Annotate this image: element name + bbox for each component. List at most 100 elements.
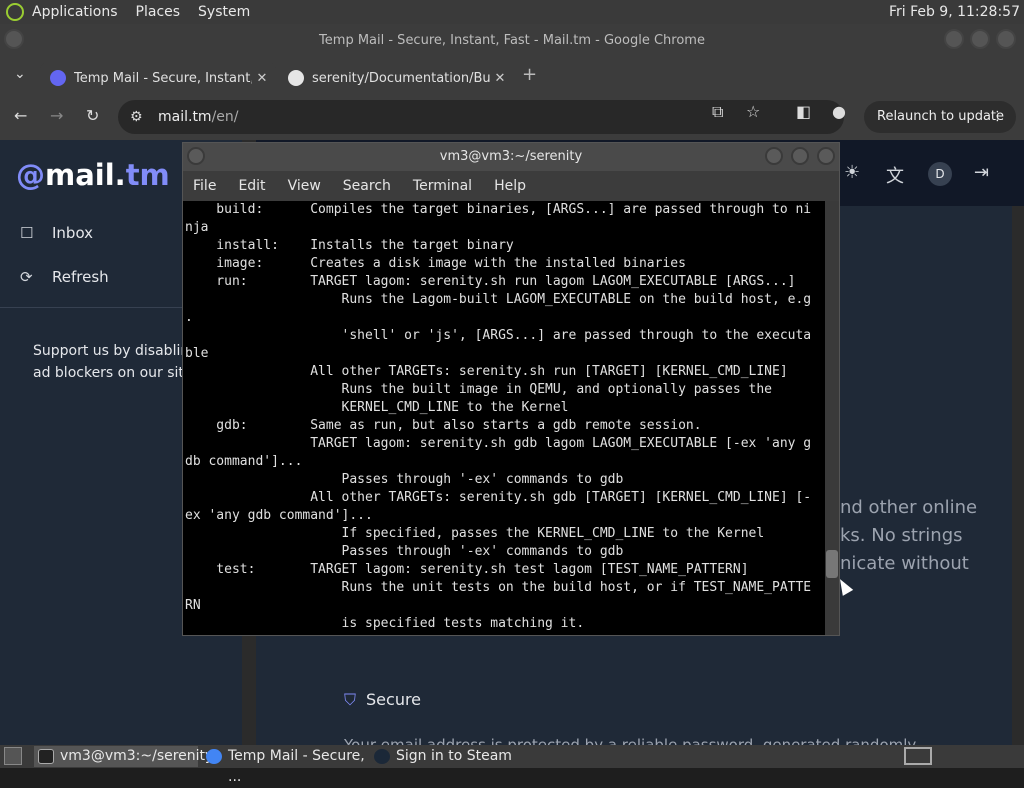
url-host: mail.tm: [158, 109, 212, 125]
logout-icon[interactable]: ⇥: [974, 162, 989, 183]
language-icon[interactable]: 文: [886, 162, 904, 188]
menu-terminal[interactable]: Terminal: [413, 178, 472, 194]
address-bar[interactable]: ⚙ mail.tm/en/: [118, 100, 844, 134]
terminal-line: Passes through '-ex' commands to gdb: [185, 472, 624, 487]
avatar[interactable]: D: [928, 162, 952, 186]
tab-search-chevron-icon[interactable]: ⌄: [14, 66, 26, 82]
tab-title: Temp Mail - Secure, Instant, Fast - Mail…: [74, 70, 252, 86]
bottom-taskbar: vm3@vm3:~/serenity Temp Mail - Secure, .…: [0, 745, 1024, 785]
applications-icon[interactable]: [6, 3, 24, 21]
menu-applications[interactable]: Applications: [32, 4, 118, 20]
terminal-titlebar[interactable]: vm3@vm3:~/serenity: [183, 143, 839, 171]
theme-sun-icon[interactable]: ☀: [844, 162, 860, 183]
terminal-line: All other TARGETs: serenity.sh gdb [TARG…: [185, 490, 812, 505]
terminal-icon: [38, 749, 54, 764]
terminal-title: vm3@vm3:~/serenity: [439, 149, 583, 164]
inbox-icon: ☐: [20, 224, 34, 242]
mailtm-favicon-icon: [50, 70, 66, 86]
terminal-output[interactable]: build: Compiles the target binaries, [AR…: [183, 201, 839, 635]
profile-icon[interactable]: ●: [832, 102, 846, 121]
taskbar-item-label: Sign in to Steam: [396, 748, 512, 764]
terminal-line: db command']...: [185, 454, 303, 469]
terminal-maximize-button[interactable]: [791, 147, 809, 165]
site-info-icon[interactable]: ⚙: [130, 100, 143, 134]
url-path: /en/: [211, 109, 239, 125]
logo-tm: tm: [125, 158, 170, 192]
terminal-line: build: Compiles the target binaries, [AR…: [185, 202, 812, 217]
terminal-line: gdb: Same as run, but also starts a gdb …: [185, 418, 702, 433]
support-line: ad blockers on our site: [33, 365, 183, 381]
terminal-line: Runs the unit tests on the build host, o…: [185, 580, 812, 595]
taskbar-item-label: vm3@vm3:~/serenity: [60, 748, 214, 764]
logo-at: @: [16, 158, 45, 192]
menu-edit[interactable]: Edit: [238, 178, 265, 194]
menu-places[interactable]: Places: [136, 4, 181, 20]
tab-title: serenity/Documentation/BuildInstructions: [312, 70, 490, 86]
close-window-button[interactable]: [996, 29, 1016, 49]
feature-secure: ⛉ Secure: [344, 690, 421, 710]
taskbar-item-label: Temp Mail - Secure, ...: [228, 748, 365, 785]
side-panel-icon[interactable]: ◧: [796, 102, 811, 121]
terminal-line: ex 'any gdb command']...: [185, 508, 373, 523]
close-tab-icon[interactable]: ✕: [490, 71, 510, 86]
terminal-line: install: Installs the target binary: [185, 238, 514, 253]
terminal-text: build: Compiles the target binaries, [AR…: [185, 201, 825, 633]
browser-toolbar: ← → ↻ ⚙ mail.tm/en/ ⧉ ☆ ◧ ● Relaunch to …: [0, 94, 1024, 140]
back-arrow-icon[interactable]: ←: [14, 106, 27, 125]
terminal-window-menu-button[interactable]: [187, 147, 205, 165]
clock[interactable]: Fri Feb 9, 11:28:57: [889, 4, 1020, 20]
menu-help[interactable]: Help: [494, 178, 526, 194]
chrome-window-title: Temp Mail - Secure, Instant, Fast - Mail…: [0, 24, 1024, 58]
chrome-menu-icon[interactable]: ⋮: [991, 101, 1004, 133]
main-scrollbar[interactable]: [1012, 206, 1024, 745]
maximize-button[interactable]: [970, 29, 990, 49]
support-line: Support us by disablin: [33, 343, 183, 359]
logo-text: mail.: [45, 158, 126, 192]
sidebar-item-label: Inbox: [52, 224, 94, 242]
taskbar-item-steam[interactable]: Sign in to Steam: [370, 746, 530, 767]
tab-serenity-docs[interactable]: serenity/Documentation/BuildInstructions…: [278, 62, 514, 94]
new-tab-button[interactable]: +: [522, 64, 537, 85]
taskbar-item-chrome[interactable]: Temp Mail - Secure, ...: [202, 746, 368, 785]
forward-arrow-icon[interactable]: →: [50, 106, 63, 125]
install-app-icon[interactable]: ⧉: [712, 102, 723, 122]
reload-icon[interactable]: ↻: [86, 106, 99, 125]
terminal-scrollbar[interactable]: [825, 201, 839, 635]
minimize-button[interactable]: [944, 29, 964, 49]
main-text-line: nd other online: [840, 497, 978, 518]
menu-search[interactable]: Search: [343, 178, 391, 194]
tab-mailtm[interactable]: Temp Mail - Secure, Instant, Fast - Mail…: [40, 62, 276, 94]
top-panel: Applications Places System Fri Feb 9, 11…: [0, 0, 1024, 24]
terminal-line: TARGET lagom: serenity.sh gdb lagom LAGO…: [185, 436, 812, 451]
bookmark-star-icon[interactable]: ☆: [746, 102, 760, 121]
feature-description: Your email address is protected by a rel…: [344, 736, 934, 745]
terminal-line: test: TARGET lagom: serenity.sh test lag…: [185, 562, 749, 577]
tab-strip: ⌄ Temp Mail - Secure, Instant, Fast - Ma…: [0, 58, 1024, 94]
terminal-close-button[interactable]: [817, 147, 835, 165]
menu-system[interactable]: System: [198, 4, 250, 20]
shield-check-icon: ⛉: [344, 690, 357, 709]
refresh-icon: ⟳: [20, 268, 33, 286]
steam-icon: [374, 749, 390, 764]
close-tab-icon[interactable]: ✕: [252, 71, 272, 86]
window-menu-button[interactable]: [4, 29, 24, 49]
taskbar-item-terminal[interactable]: vm3@vm3:~/serenity: [34, 746, 213, 767]
terminal-window: vm3@vm3:~/serenity File Edit View Search…: [182, 142, 840, 636]
window-controls: [944, 29, 1016, 49]
workspace-switcher[interactable]: [904, 747, 932, 765]
terminal-line: If specified, passes the KERNEL_CMD_LINE…: [185, 526, 765, 541]
sidebar-item-inbox[interactable]: ☐ Inbox: [20, 224, 93, 242]
terminal-scroll-thumb[interactable]: [826, 550, 838, 578]
terminal-line: run: TARGET lagom: serenity.sh run lagom…: [185, 274, 796, 289]
sidebar-item-refresh[interactable]: ⟳ Refresh: [20, 268, 109, 286]
show-desktop-icon[interactable]: [4, 747, 22, 765]
terminal-menubar: File Edit View Search Terminal Help: [183, 171, 839, 201]
terminal-minimize-button[interactable]: [765, 147, 783, 165]
terminal-line: 'shell' or 'js', [ARGS...] are passed th…: [185, 328, 812, 343]
chrome-icon: [206, 749, 222, 764]
menu-file[interactable]: File: [193, 178, 216, 194]
main-text-line: ks. No strings: [840, 525, 963, 546]
relaunch-button[interactable]: Relaunch to update ⋮: [864, 101, 1016, 133]
menu-view[interactable]: View: [288, 178, 321, 194]
mailtm-logo[interactable]: @mail.tm: [16, 158, 170, 192]
